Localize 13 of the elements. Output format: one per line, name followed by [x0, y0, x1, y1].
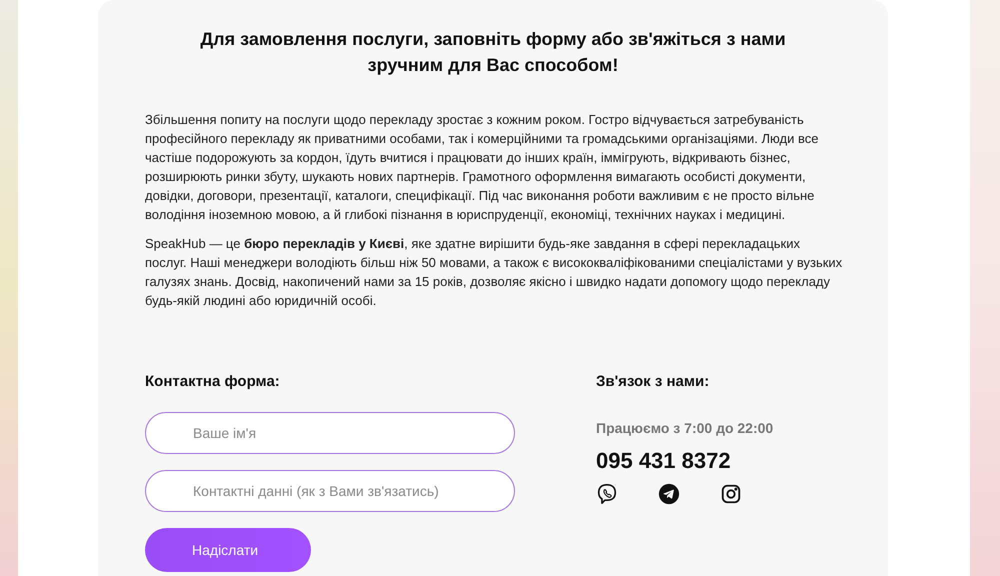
- submit-button[interactable]: Надіслати: [145, 528, 311, 572]
- input-field[interactable]: Контактні данні (як з Вами зв'язатись): [145, 470, 515, 512]
- working-hours: Працюємо з 7:00 до 22:00: [596, 419, 774, 438]
- contacts-heading: Зв'язок з нами:: [596, 372, 710, 392]
- phone-bubble-icon[interactable]: [596, 483, 618, 505]
- body-paragraph: SpeakHub — це бюро перекладів у Києві, яке здатне вирішити будь-яке завдання в сфері перекладацьких послуг. Наші менеджери володіють більш ніж 50 мовами, а також є висококваліфікованими спеціалістами у вузьких галузях знань. Досвід, накопичений нами за 15 років, дозволяє якісно і швидко надати допомогу щодо перекладу будь-якій людині або юридичній особі.: [145, 235, 844, 310]
- body-paragraph: Збільшення попиту на послуги щодо перекладу зростає з кожним роком. Гостро відчувається затребуваність професійного перекладу як приватними особами, так і комерційними та громадськими організаціями. Люди все частіше подорожують за кордон, їдуть вчитися і працювати до інших країн, іммігрують, відкривають бізнес, розширюють ринки збуту, шукають нових партнерів. Грамотного оформлення вимагають особисті документи, довідки, договори, презентації, каталоги, специфікації. Під час виконання роботи важливим є не просто вільне володіння іноземною мовою, а й глибокі пізнання в юриспруденції, економіці, технічних науках і медицині.: [145, 111, 820, 224]
- paper-plane-icon[interactable]: [658, 483, 680, 505]
- form-heading: Контактна форма:: [145, 372, 281, 392]
- camera-icon[interactable]: [720, 483, 742, 505]
- input-field[interactable]: Ваше ім'я: [145, 412, 515, 454]
- section-heading: Для замовлення послуги, заповніть форму або зв'яжіться з нами зручним для Вас способом!: [199, 28, 787, 77]
- phone-number[interactable]: 095 431 8372: [596, 447, 774, 475]
